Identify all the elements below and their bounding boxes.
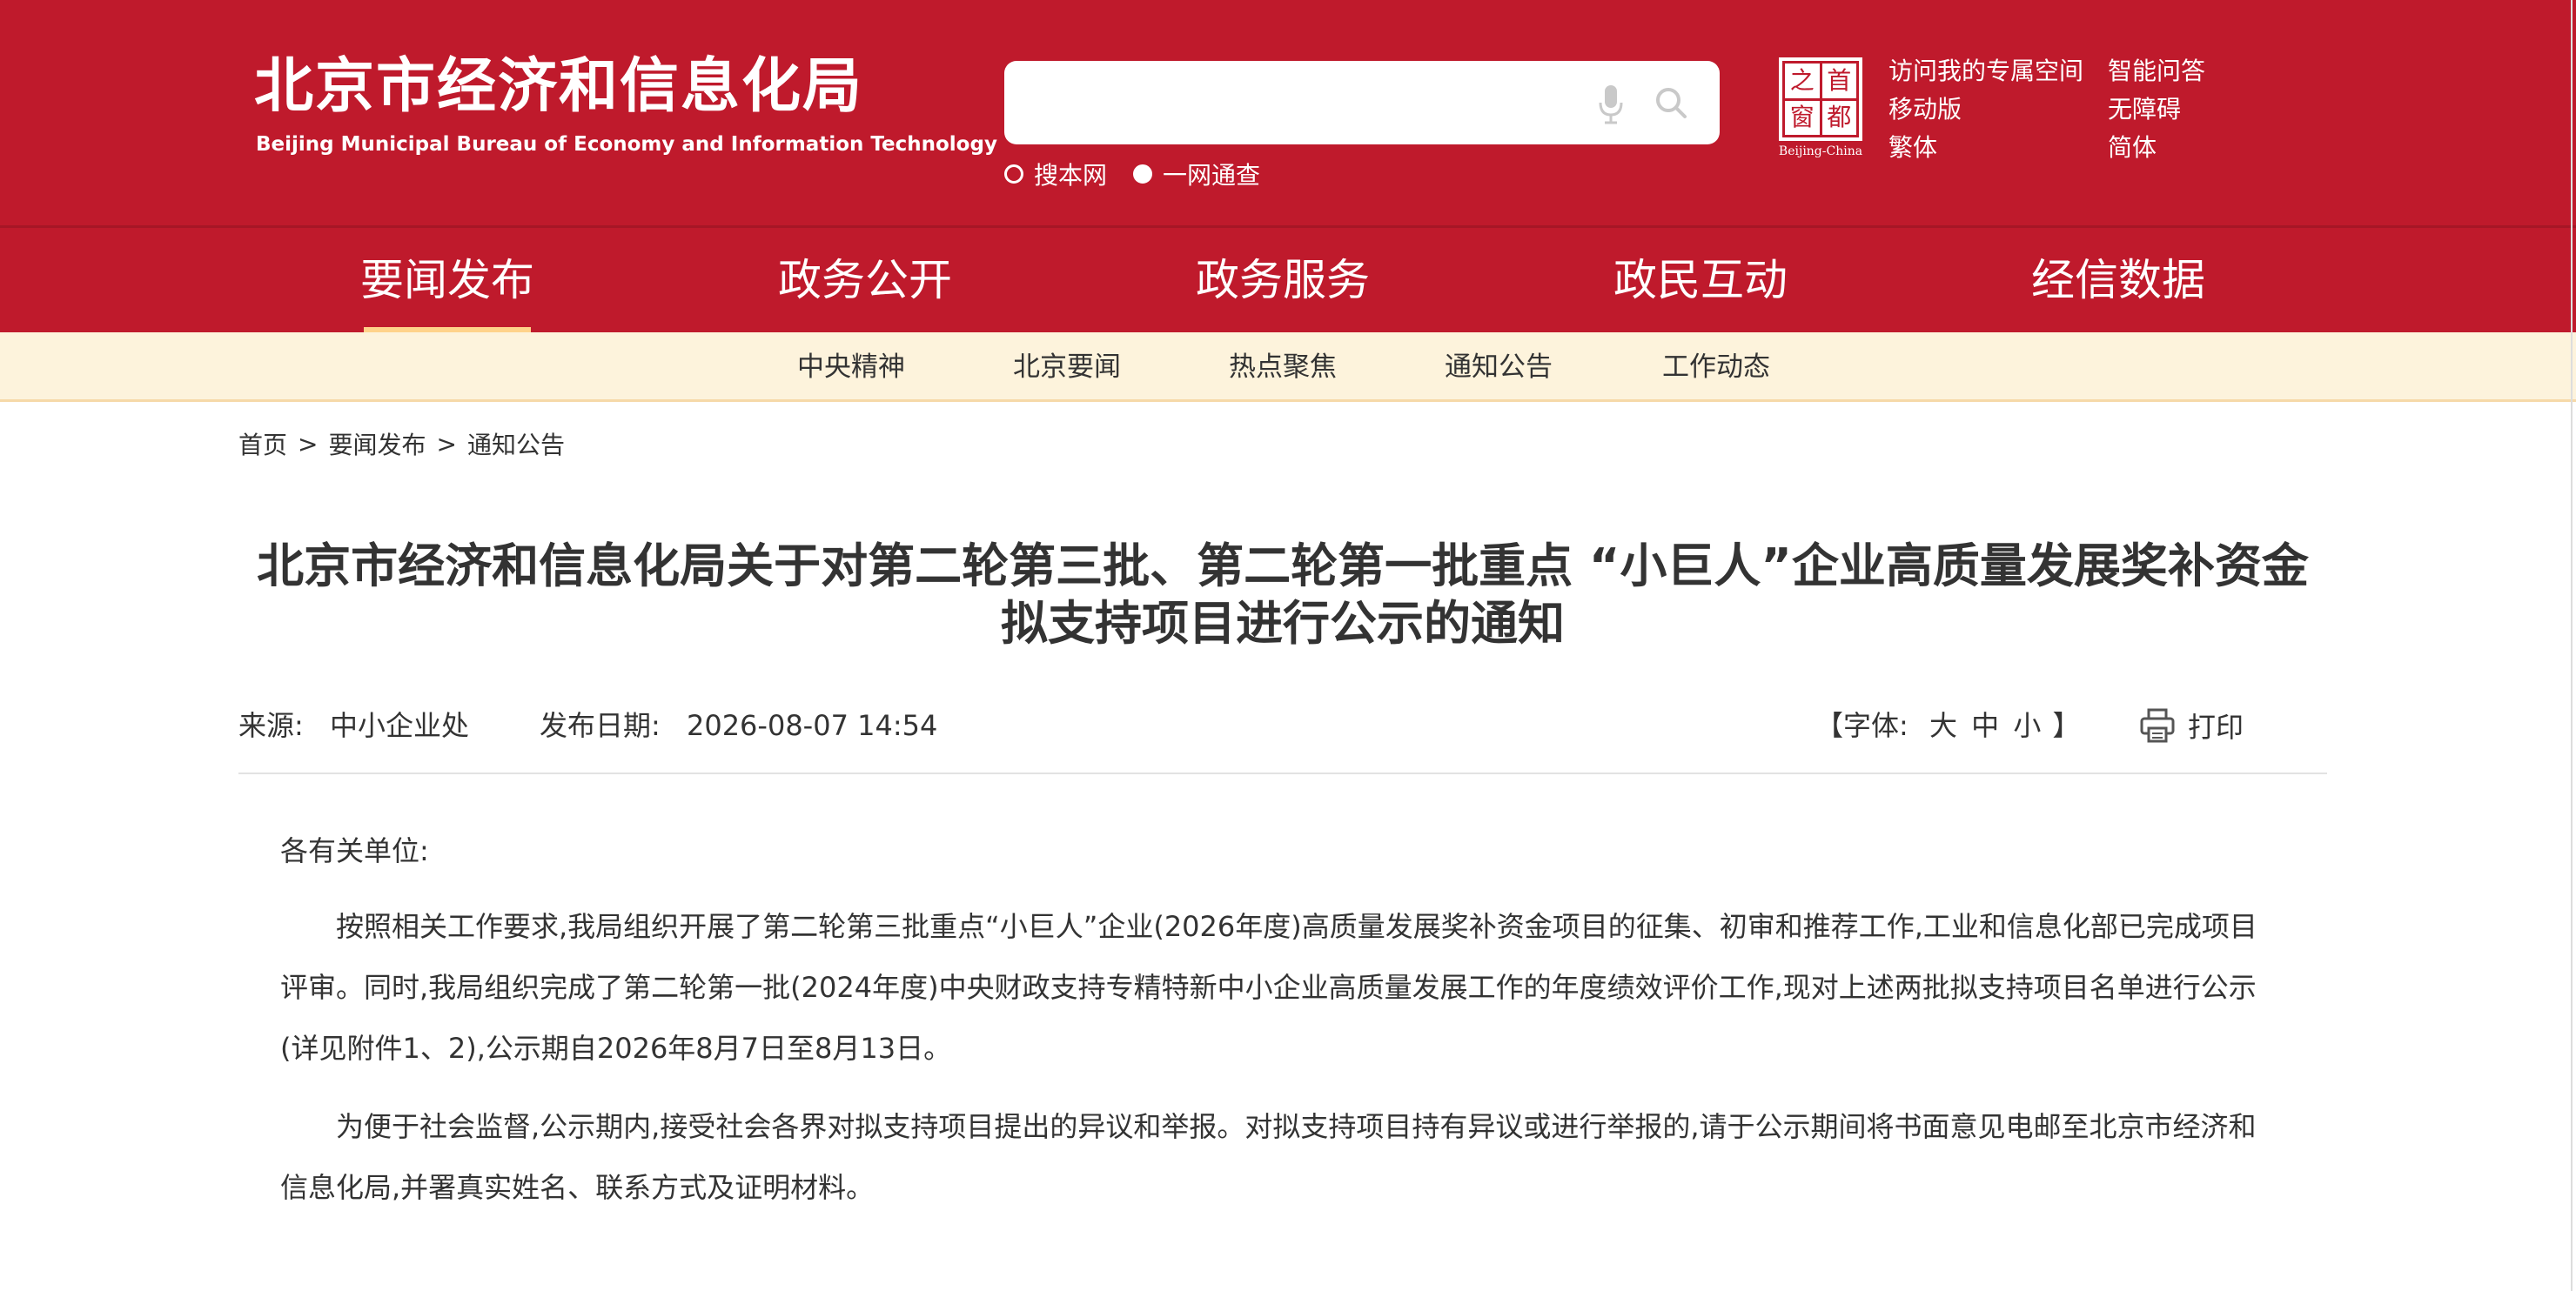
print-icon <box>2140 708 2175 743</box>
seal-char: 之 <box>1785 64 1820 98</box>
article-source: 来源: 中小企业处 <box>238 705 469 746</box>
source-value: 中小企业处 <box>329 709 469 742</box>
search-scope-all-label: 一网通查 <box>1163 161 1261 190</box>
link-simplified-chinese[interactable]: 简体 <box>2108 132 2219 164</box>
link-accessibility[interactable]: 无障碍 <box>2108 94 2219 125</box>
breadcrumb-separator: > <box>298 429 319 458</box>
article-body: 各有关单位: 按照相关工作要求,我局组织开展了第二轮第三批重点“小巨人”企业(2… <box>280 826 2273 1235</box>
link-smart-qa[interactable]: 智能问答 <box>2108 56 2219 87</box>
source-label: 来源: <box>238 709 304 742</box>
sub-nav-notices[interactable]: 通知公告 <box>1412 332 1586 402</box>
article-title: 北京市经济和信息化局关于对第二轮第三批、第二轮第一批重点 “小巨人”企业高质量发… <box>257 538 2309 651</box>
font-size-large[interactable]: 大 <box>1929 709 1957 742</box>
nav-item-gov-services[interactable]: 政务服务 <box>1152 228 1413 332</box>
article-salutation: 各有关单位: <box>280 834 429 867</box>
date-label: 发布日期: <box>540 709 661 742</box>
nav-item-interaction[interactable]: 政民互动 <box>1570 228 1831 332</box>
breadcrumb: 首页 > 要闻发布 > 通知公告 <box>238 426 565 461</box>
sub-nav-work-updates[interactable]: 工作动态 <box>1629 332 1803 402</box>
font-size-small[interactable]: 小 <box>2013 709 2041 742</box>
link-personal-space[interactable]: 访问我的专属空间 <box>1888 56 2108 87</box>
sub-nav-central-spirit[interactable]: 中央精神 <box>764 332 938 402</box>
search-icon[interactable] <box>1654 85 1688 120</box>
capital-window-seal-logo[interactable]: 之 首 窗 都 Beijing-China <box>1772 57 1869 160</box>
radio-checked-icon <box>1133 164 1153 184</box>
seal-caption: Beijing-China <box>1778 144 1863 158</box>
sub-nav-beijing-news[interactable]: 北京要闻 <box>980 332 1154 402</box>
meta-divider <box>238 773 2327 774</box>
breadcrumb-news[interactable]: 要闻发布 <box>328 426 426 461</box>
font-size-medium[interactable]: 中 <box>1971 709 1999 742</box>
search-scope-options: 搜本网 一网通查 <box>1004 157 1286 191</box>
article-meta: 来源: 中小企业处 发布日期: 2026-08-07 14:54 【字体: 大 … <box>238 705 2327 746</box>
seal-mark: 之 首 窗 都 <box>1779 57 1862 141</box>
microphone-icon[interactable] <box>1598 84 1624 125</box>
utility-links: 访问我的专属空间 智能问答 移动版 无障碍 繁体 简体 <box>1888 56 2219 164</box>
nav-item-news[interactable]: 要闻发布 <box>317 228 578 332</box>
search-scope-site[interactable]: 搜本网 <box>1004 157 1107 191</box>
font-size-selector: 【字体: 大 中 小 】 <box>1815 705 2081 746</box>
font-size-label: 【字体: <box>1815 709 1909 742</box>
site-logo-cn[interactable]: 北京市经济和信息化局 <box>254 50 863 124</box>
seal-char: 都 <box>1821 100 1856 135</box>
search-input[interactable] <box>1025 77 1582 129</box>
seal-char: 首 <box>1821 64 1856 98</box>
nav-item-gov-affairs[interactable]: 政务公开 <box>735 228 996 332</box>
print-label: 打印 <box>2188 711 2244 744</box>
article-paragraph: 按照相关工作要求,我局组织开展了第二轮第三批重点“小巨人”企业(2026年度)高… <box>280 910 2257 1065</box>
article-paragraph: 为便于社会监督,公示期内,接受社会各界对拟支持项目提出的异议和举报。对拟支持项目… <box>280 1110 2257 1204</box>
search-scope-site-label: 搜本网 <box>1034 161 1108 190</box>
sub-nav-hot-topics[interactable]: 热点聚焦 <box>1196 332 1370 402</box>
breadcrumb-notices[interactable]: 通知公告 <box>467 426 565 461</box>
seal-char: 窗 <box>1785 100 1820 135</box>
breadcrumb-separator: > <box>436 429 457 458</box>
breadcrumb-home[interactable]: 首页 <box>238 426 287 461</box>
radio-unchecked-icon <box>1004 164 1023 184</box>
site-logo-en[interactable]: Beijing Municipal Bureau of Economy and … <box>256 130 997 158</box>
date-value: 2026-08-07 14:54 <box>686 709 938 742</box>
nav-item-data[interactable]: 经信数据 <box>1988 228 2249 332</box>
font-size-bracket-close: 】 <box>2052 709 2081 742</box>
page-scrollbar-edge[interactable] <box>2571 0 2573 1291</box>
print-button[interactable]: 打印 <box>2139 705 2244 746</box>
link-mobile-version[interactable]: 移动版 <box>1888 94 2108 125</box>
article-date: 发布日期: 2026-08-07 14:54 <box>540 705 937 746</box>
search-scope-all[interactable]: 一网通查 <box>1133 157 1260 191</box>
link-traditional-chinese[interactable]: 繁体 <box>1888 132 2108 164</box>
